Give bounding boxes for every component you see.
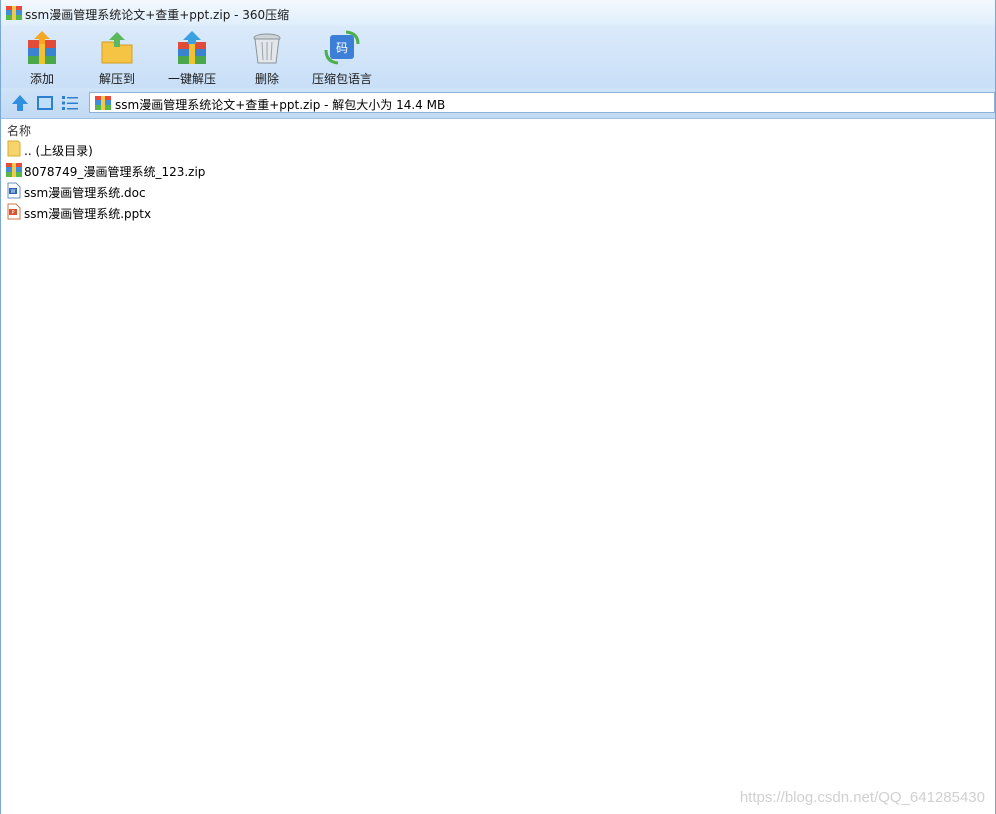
delete-label: 删除 — [254, 72, 279, 86]
list-view-icon[interactable] — [60, 93, 80, 113]
parent-folder-icon — [7, 140, 21, 157]
zip-archive-icon — [6, 163, 22, 177]
extract-to-label: 解压到 — [98, 72, 135, 86]
zip-archive-icon — [95, 96, 111, 110]
archive-encoding-icon: 码 — [324, 30, 360, 65]
svg-text:P: P — [11, 210, 14, 216]
list-item-zip[interactable]: 8078749_漫画管理系统_123.zip — [1, 159, 995, 180]
trash-bin-icon — [253, 33, 281, 64]
list-header: 名称 — [1, 119, 995, 138]
list-item-parent-folder[interactable]: .. (上级目录) — [1, 138, 995, 159]
column-header-name[interactable]: 名称 — [7, 122, 31, 139]
file-name: 8078749_漫画管理系统_123.zip — [24, 165, 206, 179]
file-name: ssm漫画管理系统.pptx — [24, 207, 152, 221]
add-archive-icon — [28, 31, 56, 64]
window-title: ssm漫画管理系统论文+查重+ppt.zip - 360压缩 — [25, 8, 290, 22]
svg-text:W: W — [11, 189, 16, 195]
address-bar[interactable]: ssm漫画管理系统论文+查重+ppt.zip - 解包大小为 14.4 MB — [89, 92, 995, 113]
delete-button[interactable]: 删除 — [237, 26, 297, 88]
add-button[interactable]: 添加 — [12, 26, 72, 88]
one-click-extract-button[interactable]: 一键解压 — [162, 26, 222, 88]
toolbar: 添加 解压到 一键解压 删除 码 压缩包语言 — [1, 26, 995, 88]
add-label: 添加 — [29, 72, 54, 86]
powerpoint-document-icon: P — [7, 203, 21, 220]
archive-encoding-button[interactable]: 码 压缩包语言 — [312, 26, 372, 88]
up-level-icon[interactable] — [10, 93, 30, 113]
extract-to-folder-icon — [101, 32, 133, 64]
file-name: ssm漫画管理系统.doc — [24, 186, 146, 200]
extract-to-button[interactable]: 解压到 — [87, 26, 147, 88]
zip-archive-icon — [6, 6, 22, 20]
title-bar: ssm漫画管理系统论文+查重+ppt.zip - 360压缩 — [1, 0, 995, 26]
app-window: ssm漫画管理系统论文+查重+ppt.zip - 360压缩 添加 解压到 一键… — [0, 0, 996, 814]
one-click-extract-icon — [178, 31, 206, 64]
thumbnail-view-icon[interactable] — [35, 93, 55, 113]
watermark-text: https://blog.csdn.net/QQ_641285430 — [739, 789, 985, 806]
file-name: .. (上级目录) — [24, 144, 93, 158]
file-list: .. (上级目录) 8078749_漫画管理系统_123.zip W ssm漫画… — [1, 138, 995, 222]
one-click-extract-label: 一键解压 — [167, 72, 216, 86]
word-document-icon: W — [7, 182, 21, 199]
archive-encoding-label: 压缩包语言 — [311, 72, 372, 86]
svg-text:码: 码 — [336, 41, 348, 55]
navigation-bar: ssm漫画管理系统论文+查重+ppt.zip - 解包大小为 14.4 MB — [1, 88, 995, 119]
address-path: ssm漫画管理系统论文+查重+ppt.zip - 解包大小为 14.4 MB — [115, 98, 446, 112]
list-item-pptx[interactable]: P ssm漫画管理系统.pptx — [1, 201, 995, 222]
list-item-doc[interactable]: W ssm漫画管理系统.doc — [1, 180, 995, 201]
